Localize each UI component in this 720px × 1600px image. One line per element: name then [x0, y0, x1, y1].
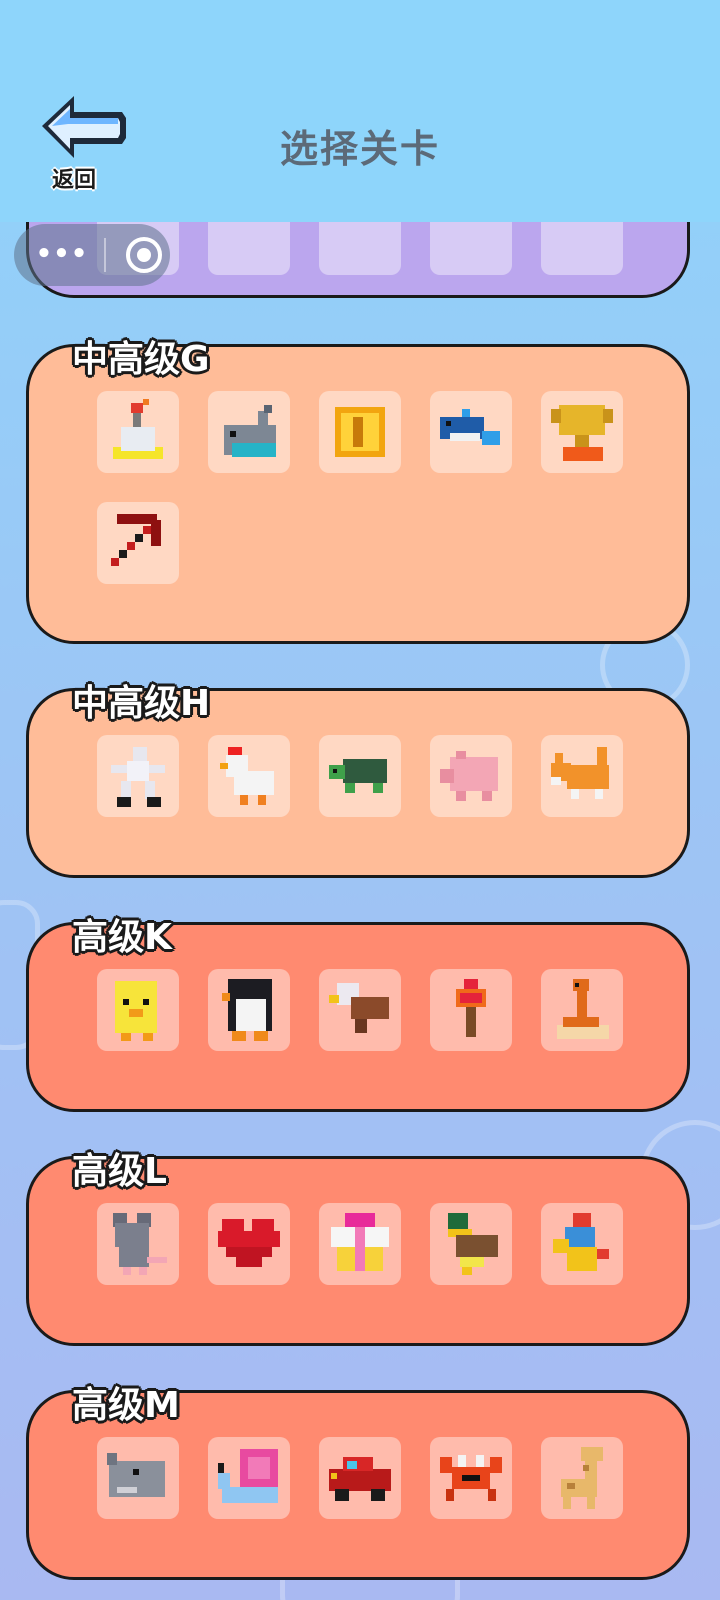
chick-voxel-icon	[115, 981, 157, 1041]
skeleton-voxel-icon	[111, 747, 165, 807]
eagle-voxel-icon	[329, 983, 389, 1033]
group-label: 高级M	[72, 1385, 180, 1426]
level-tile-mouse[interactable]	[97, 1203, 179, 1285]
level-tile-coin[interactable]	[319, 391, 401, 473]
whale-voxel-icon	[224, 405, 276, 457]
car-voxel-icon	[329, 1457, 391, 1501]
level-tile-chick[interactable]	[97, 969, 179, 1051]
level-tile-blue-fish[interactable]	[430, 391, 512, 473]
level-tile-torch[interactable]	[430, 969, 512, 1051]
level-tile-gift-box[interactable]	[319, 1203, 401, 1285]
level-tile-whale[interactable]	[208, 391, 290, 473]
level-tile-chicken[interactable]	[208, 735, 290, 817]
level-tile-robot[interactable]	[541, 1203, 623, 1285]
gold-coin-voxel-icon	[335, 407, 385, 457]
level-tile-trophy[interactable]	[541, 391, 623, 473]
pickaxe-voxel-icon	[111, 514, 161, 566]
level-group-g	[26, 344, 690, 644]
gift-box-voxel-icon	[331, 1213, 389, 1271]
level-tile-turtle[interactable]	[319, 735, 401, 817]
level-tile-bomb[interactable]	[97, 391, 179, 473]
penguin-voxel-icon	[222, 979, 272, 1041]
mouse-voxel-icon	[113, 1213, 167, 1275]
level-tile-snail[interactable]	[208, 1437, 290, 1519]
level-tile-fox[interactable]	[541, 735, 623, 817]
group-label: 高级L	[72, 1151, 167, 1192]
trophy-voxel-icon	[551, 405, 613, 461]
level-tile-heart[interactable]	[208, 1203, 290, 1285]
level-tile-giraffe[interactable]	[541, 1437, 623, 1519]
snail-voxel-icon	[218, 1449, 278, 1503]
turtle-voxel-icon	[329, 759, 387, 793]
bomb-voxel-icon	[113, 399, 163, 459]
giraffe-voxel-icon	[561, 1447, 603, 1509]
snake-voxel-icon	[557, 979, 609, 1039]
level-tile-pickaxe[interactable]	[97, 502, 179, 584]
level-tile-car[interactable]	[319, 1437, 401, 1519]
heart-voxel-icon	[218, 1219, 280, 1267]
target-circle-icon[interactable]	[126, 237, 162, 273]
pig-voxel-icon	[440, 751, 498, 801]
level-tile-eagle[interactable]	[319, 969, 401, 1051]
torch-voxel-icon	[456, 979, 486, 1037]
rhino-voxel-icon	[107, 1453, 165, 1497]
level-tile-rhino[interactable]	[97, 1437, 179, 1519]
mini-program-capsule: •••	[14, 224, 170, 286]
page-title: 选择关卡	[279, 127, 440, 171]
capsule-divider	[104, 238, 106, 272]
level-tile-skeleton[interactable]	[97, 735, 179, 817]
level-tile-crab[interactable]	[430, 1437, 512, 1519]
fox-voxel-icon	[551, 747, 609, 799]
duck-voxel-icon	[448, 1213, 498, 1275]
robot-voxel-icon	[553, 1213, 609, 1271]
header-bar: 返回 选择关卡	[0, 0, 720, 222]
level-tile-snake[interactable]	[541, 969, 623, 1051]
level-tile-pig[interactable]	[430, 735, 512, 817]
level-tile-penguin[interactable]	[208, 969, 290, 1051]
chicken-voxel-icon	[220, 747, 274, 805]
blue-fish-voxel-icon	[440, 409, 500, 445]
crab-voxel-icon	[440, 1455, 502, 1501]
group-label: 高级K	[72, 917, 172, 958]
group-label: 中高级H	[72, 683, 211, 724]
group-label: 中高级G	[72, 339, 210, 380]
level-tile-duck[interactable]	[430, 1203, 512, 1285]
more-dots-icon[interactable]: •••	[32, 232, 92, 278]
